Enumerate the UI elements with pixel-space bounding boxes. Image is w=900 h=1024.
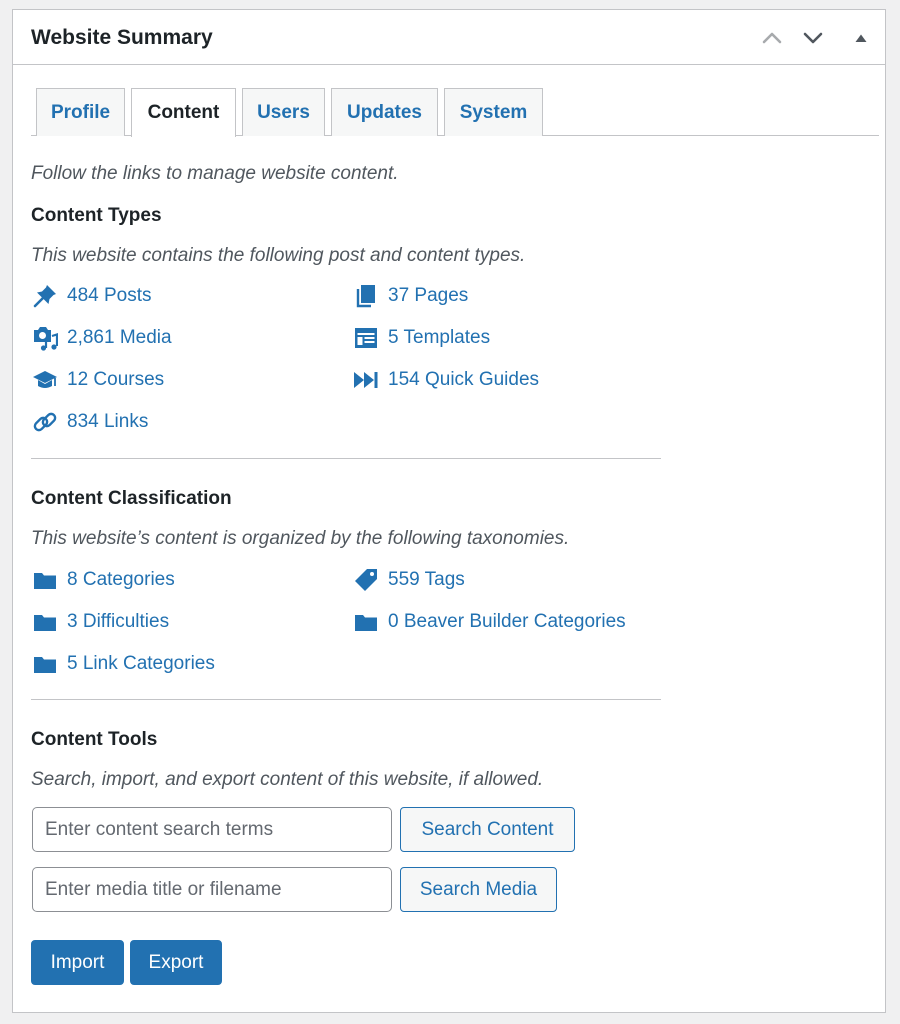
tab-bar: Profile Content Users Updates System: [31, 88, 879, 137]
graduation-cap-icon: [32, 367, 58, 393]
item-label: 559 Tags: [388, 569, 465, 590]
folder-icon: [32, 651, 58, 677]
tab-label: System: [459, 101, 528, 123]
content-tools-description: Search, import, and export content of th…: [31, 769, 544, 790]
chevron-up-icon[interactable]: [759, 25, 785, 51]
search-content-button[interactable]: Search Content: [400, 807, 575, 852]
content-classification-heading: Content Classification: [31, 488, 232, 509]
tab-system[interactable]: System: [444, 88, 543, 136]
tab-updates[interactable]: Updates: [331, 88, 438, 136]
media-search-input[interactable]: [32, 867, 392, 912]
item-label: 8 Categories: [67, 569, 175, 590]
divider: [31, 699, 661, 700]
chevron-down-icon[interactable]: [800, 25, 826, 51]
search-media-button[interactable]: Search Media: [400, 867, 557, 912]
pushpin-icon: [32, 283, 58, 309]
media-link[interactable]: 2,861 Media: [32, 325, 172, 351]
item-label: 5 Link Categories: [67, 653, 215, 674]
content-classification-description: This website’s content is organized by t…: [31, 528, 570, 549]
import-button[interactable]: Import: [31, 940, 124, 985]
tag-icon: [353, 567, 379, 593]
tab-label: Updates: [347, 101, 422, 123]
item-label: 3 Difficulties: [67, 611, 170, 632]
content-search-input[interactable]: [32, 807, 392, 852]
panel-title: Website Summary: [31, 26, 213, 49]
item-label: 0 Beaver Builder Categories: [388, 611, 626, 632]
folder-icon: [32, 609, 58, 635]
panel-header: Website Summary: [13, 10, 885, 65]
triangle-up-icon[interactable]: [848, 25, 874, 51]
templates-link[interactable]: 5 Templates: [353, 325, 490, 351]
tags-link[interactable]: 559 Tags: [353, 567, 465, 593]
tab-content[interactable]: Content: [131, 88, 236, 137]
courses-link[interactable]: 12 Courses: [32, 367, 164, 393]
export-button[interactable]: Export: [130, 940, 222, 985]
content-tools-heading: Content Tools: [31, 729, 158, 750]
tab-profile[interactable]: Profile: [36, 88, 125, 136]
quick-guides-link[interactable]: 154 Quick Guides: [353, 367, 539, 393]
item-label: 37 Pages: [388, 285, 469, 306]
item-label: 154 Quick Guides: [388, 369, 540, 390]
item-label: 12 Courses: [67, 369, 165, 390]
tab-label: Content: [147, 102, 220, 123]
fast-forward-icon: [353, 367, 379, 393]
intro-text: Follow the links to manage website conte…: [31, 163, 399, 184]
tab-users[interactable]: Users: [242, 88, 325, 136]
links-link[interactable]: 834 Links: [32, 409, 148, 435]
categories-link[interactable]: 8 Categories: [32, 567, 175, 593]
link-icon: [32, 409, 58, 435]
pages-icon: [353, 283, 379, 309]
website-summary-panel: Website Summary Profile Content Users Up…: [12, 9, 886, 1013]
beaver-builder-categories-link[interactable]: 0 Beaver Builder Categories: [353, 609, 626, 635]
link-categories-link[interactable]: 5 Link Categories: [32, 651, 215, 677]
folder-icon: [32, 567, 58, 593]
posts-link[interactable]: 484 Posts: [32, 283, 152, 309]
item-label: 2,861 Media: [67, 327, 172, 348]
divider: [31, 458, 661, 459]
media-icon: [32, 325, 58, 351]
difficulties-link[interactable]: 3 Difficulties: [32, 609, 169, 635]
item-label: 5 Templates: [388, 327, 491, 348]
tab-label: Users: [257, 101, 310, 123]
folder-icon: [353, 609, 379, 635]
pages-link[interactable]: 37 Pages: [353, 283, 468, 309]
item-label: 484 Posts: [67, 285, 152, 306]
tab-label: Profile: [50, 101, 111, 123]
templates-icon: [353, 325, 379, 351]
content-types-heading: Content Types: [31, 205, 162, 226]
content-types-description: This website contains the following post…: [31, 245, 526, 266]
item-label: 834 Links: [67, 411, 149, 432]
